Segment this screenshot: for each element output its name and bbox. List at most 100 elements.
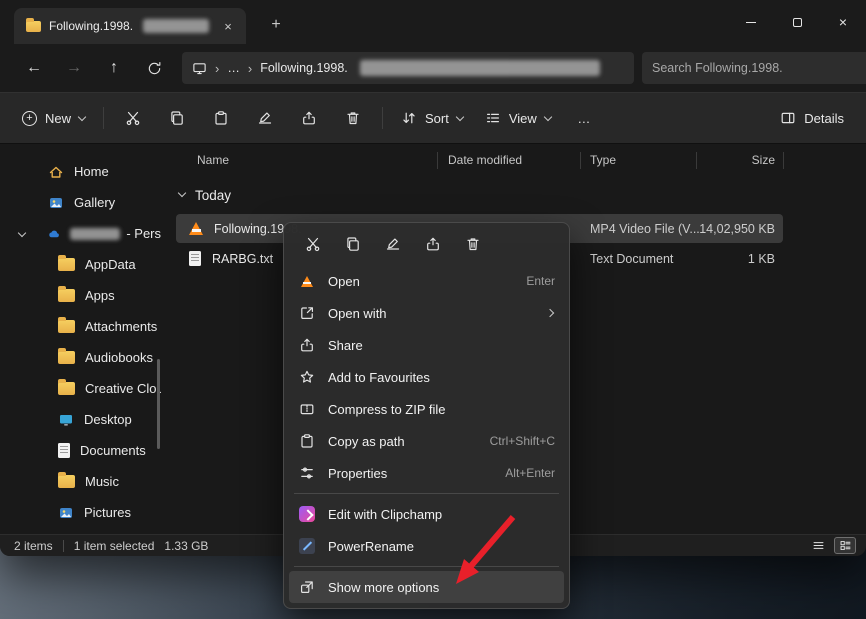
address-bar[interactable]: › … › Following.1998. (182, 52, 634, 84)
search-box[interactable] (642, 52, 866, 84)
group-header-today[interactable]: Today (165, 182, 866, 208)
share-button[interactable] (416, 229, 450, 259)
menu-divider (294, 493, 559, 494)
chevron-down-icon[interactable] (18, 229, 26, 237)
up-button[interactable]: ↑ (94, 52, 134, 84)
folder-icon (58, 475, 75, 488)
maximize-button[interactable] (774, 0, 820, 44)
menu-item-show-more-options[interactable]: Show more options (289, 571, 564, 603)
share-icon (298, 337, 316, 353)
copy-button[interactable] (336, 229, 370, 259)
open-with-icon (298, 305, 316, 321)
menu-item-compress-to-zip[interactable]: Compress to ZIP file (289, 393, 564, 425)
menu-item-copy-as-path[interactable]: Copy as path Ctrl+Shift+C (289, 425, 564, 457)
sidebar-item-apps[interactable]: Apps (4, 280, 161, 311)
column-header-type[interactable]: Type (590, 153, 616, 167)
zip-icon (298, 401, 316, 417)
minimize-button[interactable] (728, 0, 774, 44)
menu-item-add-to-favourites[interactable]: Add to Favourites (289, 361, 564, 393)
sidebar-item-label: Gallery (74, 195, 115, 210)
column-divider[interactable] (783, 152, 784, 169)
share-icon (425, 236, 441, 252)
sidebar-item-onedrive[interactable]: - Pers (4, 218, 161, 249)
sidebar-item-documents[interactable]: Documents (4, 435, 161, 466)
menu-item-share[interactable]: Share (289, 329, 564, 361)
menu-item-edit-with-clipchamp[interactable]: Edit with Clipchamp (289, 498, 564, 530)
rename-button[interactable] (244, 100, 286, 136)
delete-button[interactable] (456, 229, 490, 259)
column-header-name[interactable]: Name (197, 153, 229, 167)
delete-button[interactable] (332, 100, 374, 136)
sidebar-item-gallery[interactable]: Gallery (4, 187, 161, 218)
menu-item-powerrename[interactable]: PowerRename (289, 530, 564, 562)
menu-divider (294, 566, 559, 567)
details-button-label: Details (804, 111, 844, 126)
sidebar-item-audiobooks[interactable]: Audiobooks (4, 342, 161, 373)
sidebar-item-pictures[interactable]: Pictures (4, 497, 161, 528)
copy-button[interactable] (156, 100, 198, 136)
minimize-icon (746, 22, 756, 23)
folder-icon (58, 258, 75, 271)
sidebar-item-label: Audiobooks (85, 350, 153, 365)
column-divider[interactable] (696, 152, 697, 169)
folder-icon (58, 382, 75, 395)
redacted-text (143, 19, 209, 33)
refresh-button[interactable] (134, 52, 174, 84)
sidebar-item-label: Creative Cloud (85, 381, 161, 396)
vlc-icon (298, 276, 316, 287)
tab-title: Following.1998. (49, 19, 133, 33)
view-button[interactable]: View (475, 100, 561, 136)
column-header-size[interactable]: Size (700, 153, 775, 167)
forward-button[interactable]: → (54, 52, 94, 84)
back-button[interactable]: ← (14, 52, 54, 84)
search-input[interactable] (652, 61, 856, 75)
sidebar-item-label: AppData (85, 257, 136, 272)
redacted-text (70, 228, 120, 240)
rename-button[interactable] (376, 229, 410, 259)
new-button[interactable]: + New (12, 100, 95, 136)
sidebar-item-home[interactable]: Home (4, 156, 161, 187)
share-button[interactable] (288, 100, 330, 136)
breadcrumb-separator: › (215, 61, 219, 76)
cut-button[interactable] (296, 229, 330, 259)
column-header-date-modified[interactable]: Date modified (448, 153, 522, 167)
navigation-pane: Home Gallery - Pers AppData Apps (0, 144, 165, 534)
details-view-toggle[interactable] (834, 537, 856, 554)
sort-icon (401, 110, 417, 126)
menu-item-open-with[interactable]: Open with (289, 297, 564, 329)
column-divider[interactable] (580, 152, 581, 169)
explorer-tab[interactable]: Following.1998. × (14, 8, 246, 44)
status-divider (63, 540, 64, 552)
see-more-button[interactable]: … (563, 100, 605, 136)
breadcrumb-folder[interactable]: Following.1998. (260, 61, 348, 75)
paste-button[interactable] (200, 100, 242, 136)
sidebar-item-desktop[interactable]: Desktop (4, 404, 161, 435)
sidebar-item-appdata[interactable]: AppData (4, 249, 161, 280)
sidebar-item-creative-cloud[interactable]: Creative Cloud (4, 373, 161, 404)
context-menu: Open Enter Open with Share Add to Favour… (283, 222, 570, 609)
file-type: MP4 Video File (V... (590, 222, 700, 236)
sidebar-item-music[interactable]: Music (4, 466, 161, 497)
home-icon (48, 164, 64, 180)
folder-icon (58, 351, 75, 364)
sort-button[interactable]: Sort (391, 100, 473, 136)
chevron-down-icon[interactable] (178, 189, 186, 197)
list-view-toggle[interactable] (807, 537, 829, 554)
menu-item-open[interactable]: Open Enter (289, 265, 564, 297)
cut-button[interactable] (112, 100, 154, 136)
clipboard-icon (298, 433, 316, 449)
desktop-monitor-icon (58, 412, 74, 428)
column-divider[interactable] (437, 152, 438, 169)
menu-item-properties[interactable]: Properties Alt+Enter (289, 457, 564, 489)
column-headers: Name Date modified Type Size (165, 148, 866, 174)
breadcrumb-ellipsis[interactable]: … (227, 61, 240, 75)
shortcut-label: Enter (526, 274, 555, 288)
tab-close-icon[interactable]: × (218, 16, 238, 36)
close-button[interactable]: × (820, 0, 866, 44)
copy-icon (345, 236, 361, 252)
details-button[interactable]: Details (770, 100, 854, 136)
refresh-icon (147, 61, 162, 76)
sidebar-item-attachments[interactable]: Attachments (4, 311, 161, 342)
new-tab-button[interactable]: + (264, 13, 288, 37)
sidebar-scrollbar[interactable] (157, 359, 160, 449)
